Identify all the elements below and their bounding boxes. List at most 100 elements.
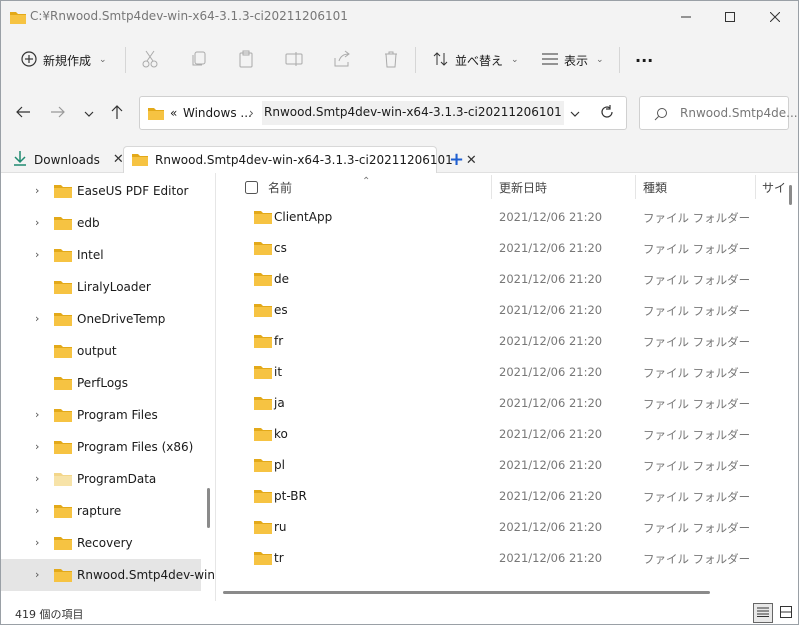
column-header-date[interactable]: 更新日時: [499, 173, 547, 201]
chevron-right-icon[interactable]: ›: [35, 472, 39, 485]
select-all-checkbox[interactable]: [245, 173, 258, 201]
delete-button[interactable]: [382, 45, 400, 75]
chevron-right-icon[interactable]: ›: [35, 248, 39, 261]
nav-tree-item[interactable]: › ProgramData: [1, 463, 201, 495]
nav-tree-item[interactable]: › OneDriveTemp: [1, 303, 201, 335]
nav-tree-item[interactable]: › Rnwood.Smtp4dev-win: [1, 559, 215, 591]
file-date: 2021/12/06 21:20: [499, 458, 603, 472]
forward-button[interactable]: [46, 101, 70, 125]
column-header-name[interactable]: 名前: [268, 173, 292, 201]
refresh-icon[interactable]: [600, 105, 614, 122]
file-row[interactable]: ko 2021/12/06 21:20 ファイル フォルダー: [218, 418, 778, 449]
file-row[interactable]: pt-BR 2021/12/06 21:20 ファイル フォルダー: [218, 480, 778, 511]
tab-downloads[interactable]: Downloads ✕: [5, 146, 124, 173]
file-row[interactable]: cs 2021/12/06 21:20 ファイル フォルダー: [218, 232, 778, 263]
chevron-right-icon[interactable]: ›: [35, 536, 39, 549]
chevron-right-icon[interactable]: ›: [35, 184, 39, 197]
minimize-button[interactable]: [663, 1, 709, 33]
file-row[interactable]: it 2021/12/06 21:20 ファイル フォルダー: [218, 356, 778, 387]
folder-icon: [54, 247, 72, 265]
folder-icon: [54, 311, 72, 329]
file-row[interactable]: fr 2021/12/06 21:20 ファイル フォルダー: [218, 325, 778, 356]
nav-tree-item[interactable]: › EaseUS PDF Editor: [1, 175, 201, 207]
file-row[interactable]: pl 2021/12/06 21:20 ファイル フォルダー: [218, 449, 778, 480]
folder-icon: [254, 240, 272, 258]
recent-locations-button[interactable]: [77, 101, 101, 125]
nav-tree-item[interactable]: PerfLogs: [1, 367, 201, 399]
details-view-button[interactable]: [753, 603, 773, 623]
rename-button[interactable]: [285, 45, 303, 75]
column-divider[interactable]: [635, 175, 636, 199]
tab-bar: Downloads ✕ Rnwood.Smtp4dev-win-x64-3.1.…: [1, 141, 798, 173]
share-button[interactable]: [333, 45, 351, 75]
nav-tree-item[interactable]: output: [1, 335, 201, 367]
chevron-right-icon[interactable]: ›: [35, 440, 39, 453]
file-row[interactable]: ClientApp 2021/12/06 21:20 ファイル フォルダー: [218, 201, 778, 232]
tiles-view-button[interactable]: [776, 603, 796, 623]
nav-tree-item[interactable]: LiralyLoader: [1, 271, 201, 303]
nav-tree-item[interactable]: › Program Files (x86): [1, 431, 201, 463]
new-button[interactable]: 新規作成 ⌄: [21, 45, 107, 75]
breadcrumb-overflow[interactable]: «: [170, 106, 177, 120]
sort-arrows-icon: [433, 51, 449, 70]
nav-scrollbar[interactable]: [207, 488, 210, 528]
nav-tree-item[interactable]: › edb: [1, 207, 201, 239]
column-divider[interactable]: [491, 175, 492, 199]
file-row[interactable]: es 2021/12/06 21:20 ファイル フォルダー: [218, 294, 778, 325]
more-options-button[interactable]: ···: [635, 45, 653, 75]
paste-button[interactable]: [237, 45, 255, 75]
vertical-scrollbar[interactable]: [789, 185, 792, 205]
view-button[interactable]: 表示 ⌄: [542, 45, 604, 75]
nav-tree-item[interactable]: › Intel: [1, 239, 201, 271]
file-name: es: [274, 303, 288, 317]
nav-tree-item[interactable]: › Recovery: [1, 527, 201, 559]
file-name: pt-BR: [274, 489, 307, 503]
file-date: 2021/12/06 21:20: [499, 334, 603, 348]
file-type: ファイル フォルダー: [643, 397, 751, 411]
file-type: ファイル フォルダー: [643, 459, 751, 473]
nav-tree-label: output: [77, 344, 117, 358]
chevron-down-icon: [84, 106, 94, 120]
file-row[interactable]: ru 2021/12/06 21:20 ファイル フォルダー: [218, 511, 778, 542]
chevron-down-icon: ⌄: [596, 55, 604, 65]
sort-button-label: 並べ替え: [455, 53, 504, 68]
file-date: 2021/12/06 21:20: [499, 396, 603, 410]
breadcrumb-windows[interactable]: Windows ...: [183, 106, 252, 120]
horizontal-scrollbar[interactable]: [223, 591, 710, 594]
column-header-type[interactable]: 種類: [643, 173, 667, 201]
breadcrumb-separator-icon: ›: [249, 106, 254, 120]
file-date: 2021/12/06 21:20: [499, 241, 603, 255]
file-row[interactable]: de 2021/12/06 21:20 ファイル フォルダー: [218, 263, 778, 294]
chevron-right-icon[interactable]: ›: [35, 216, 39, 229]
nav-tree-label: rapture: [77, 504, 122, 518]
tab-current-folder[interactable]: Rnwood.Smtp4dev-win-x64-3.1.3-ci20211206…: [123, 146, 477, 173]
column-header-size[interactable]: サイ: [762, 173, 786, 201]
file-date: 2021/12/06 21:20: [499, 365, 603, 379]
navigation-pane[interactable]: › EaseUS PDF Editor › edb › Intel LiralyLoader…: [1, 173, 216, 601]
chevron-down-icon: ⌄: [99, 55, 107, 65]
up-button[interactable]: [105, 101, 129, 125]
maximize-button[interactable]: [707, 1, 753, 33]
nav-tree-label: LiralyLoader: [77, 280, 151, 294]
nav-tree-item[interactable]: › Program Files: [1, 399, 201, 431]
file-row[interactable]: tr 2021/12/06 21:20 ファイル フォルダー: [218, 542, 778, 573]
folder-icon: [254, 519, 272, 537]
address-bar[interactable]: « Windows ... › Rnwood.Smtp4dev-win-x64-…: [139, 96, 627, 130]
chevron-right-icon[interactable]: ›: [35, 408, 39, 421]
search-box[interactable]: Rnwood.Smtp4de...: [639, 96, 798, 130]
back-button[interactable]: [11, 101, 35, 125]
file-row[interactable]: ja 2021/12/06 21:20 ファイル フォルダー: [218, 387, 778, 418]
column-divider[interactable]: [755, 175, 756, 199]
chevron-right-icon[interactable]: ›: [35, 568, 39, 581]
chevron-right-icon[interactable]: ›: [35, 504, 39, 517]
cut-button[interactable]: [141, 45, 159, 75]
breadcrumb-current[interactable]: Rnwood.Smtp4dev-win-x64-3.1.3-ci20211206…: [262, 101, 564, 125]
close-button[interactable]: [752, 1, 798, 33]
nav-tree-item[interactable]: › rapture: [1, 495, 201, 527]
copy-button[interactable]: [190, 45, 208, 75]
chevron-right-icon[interactable]: ›: [35, 312, 39, 325]
address-dropdown-button[interactable]: [570, 106, 580, 120]
add-tab-button[interactable]: +: [441, 146, 472, 173]
file-type: ファイル フォルダー: [643, 490, 751, 504]
sort-button[interactable]: 並べ替え ⌄: [433, 45, 519, 75]
